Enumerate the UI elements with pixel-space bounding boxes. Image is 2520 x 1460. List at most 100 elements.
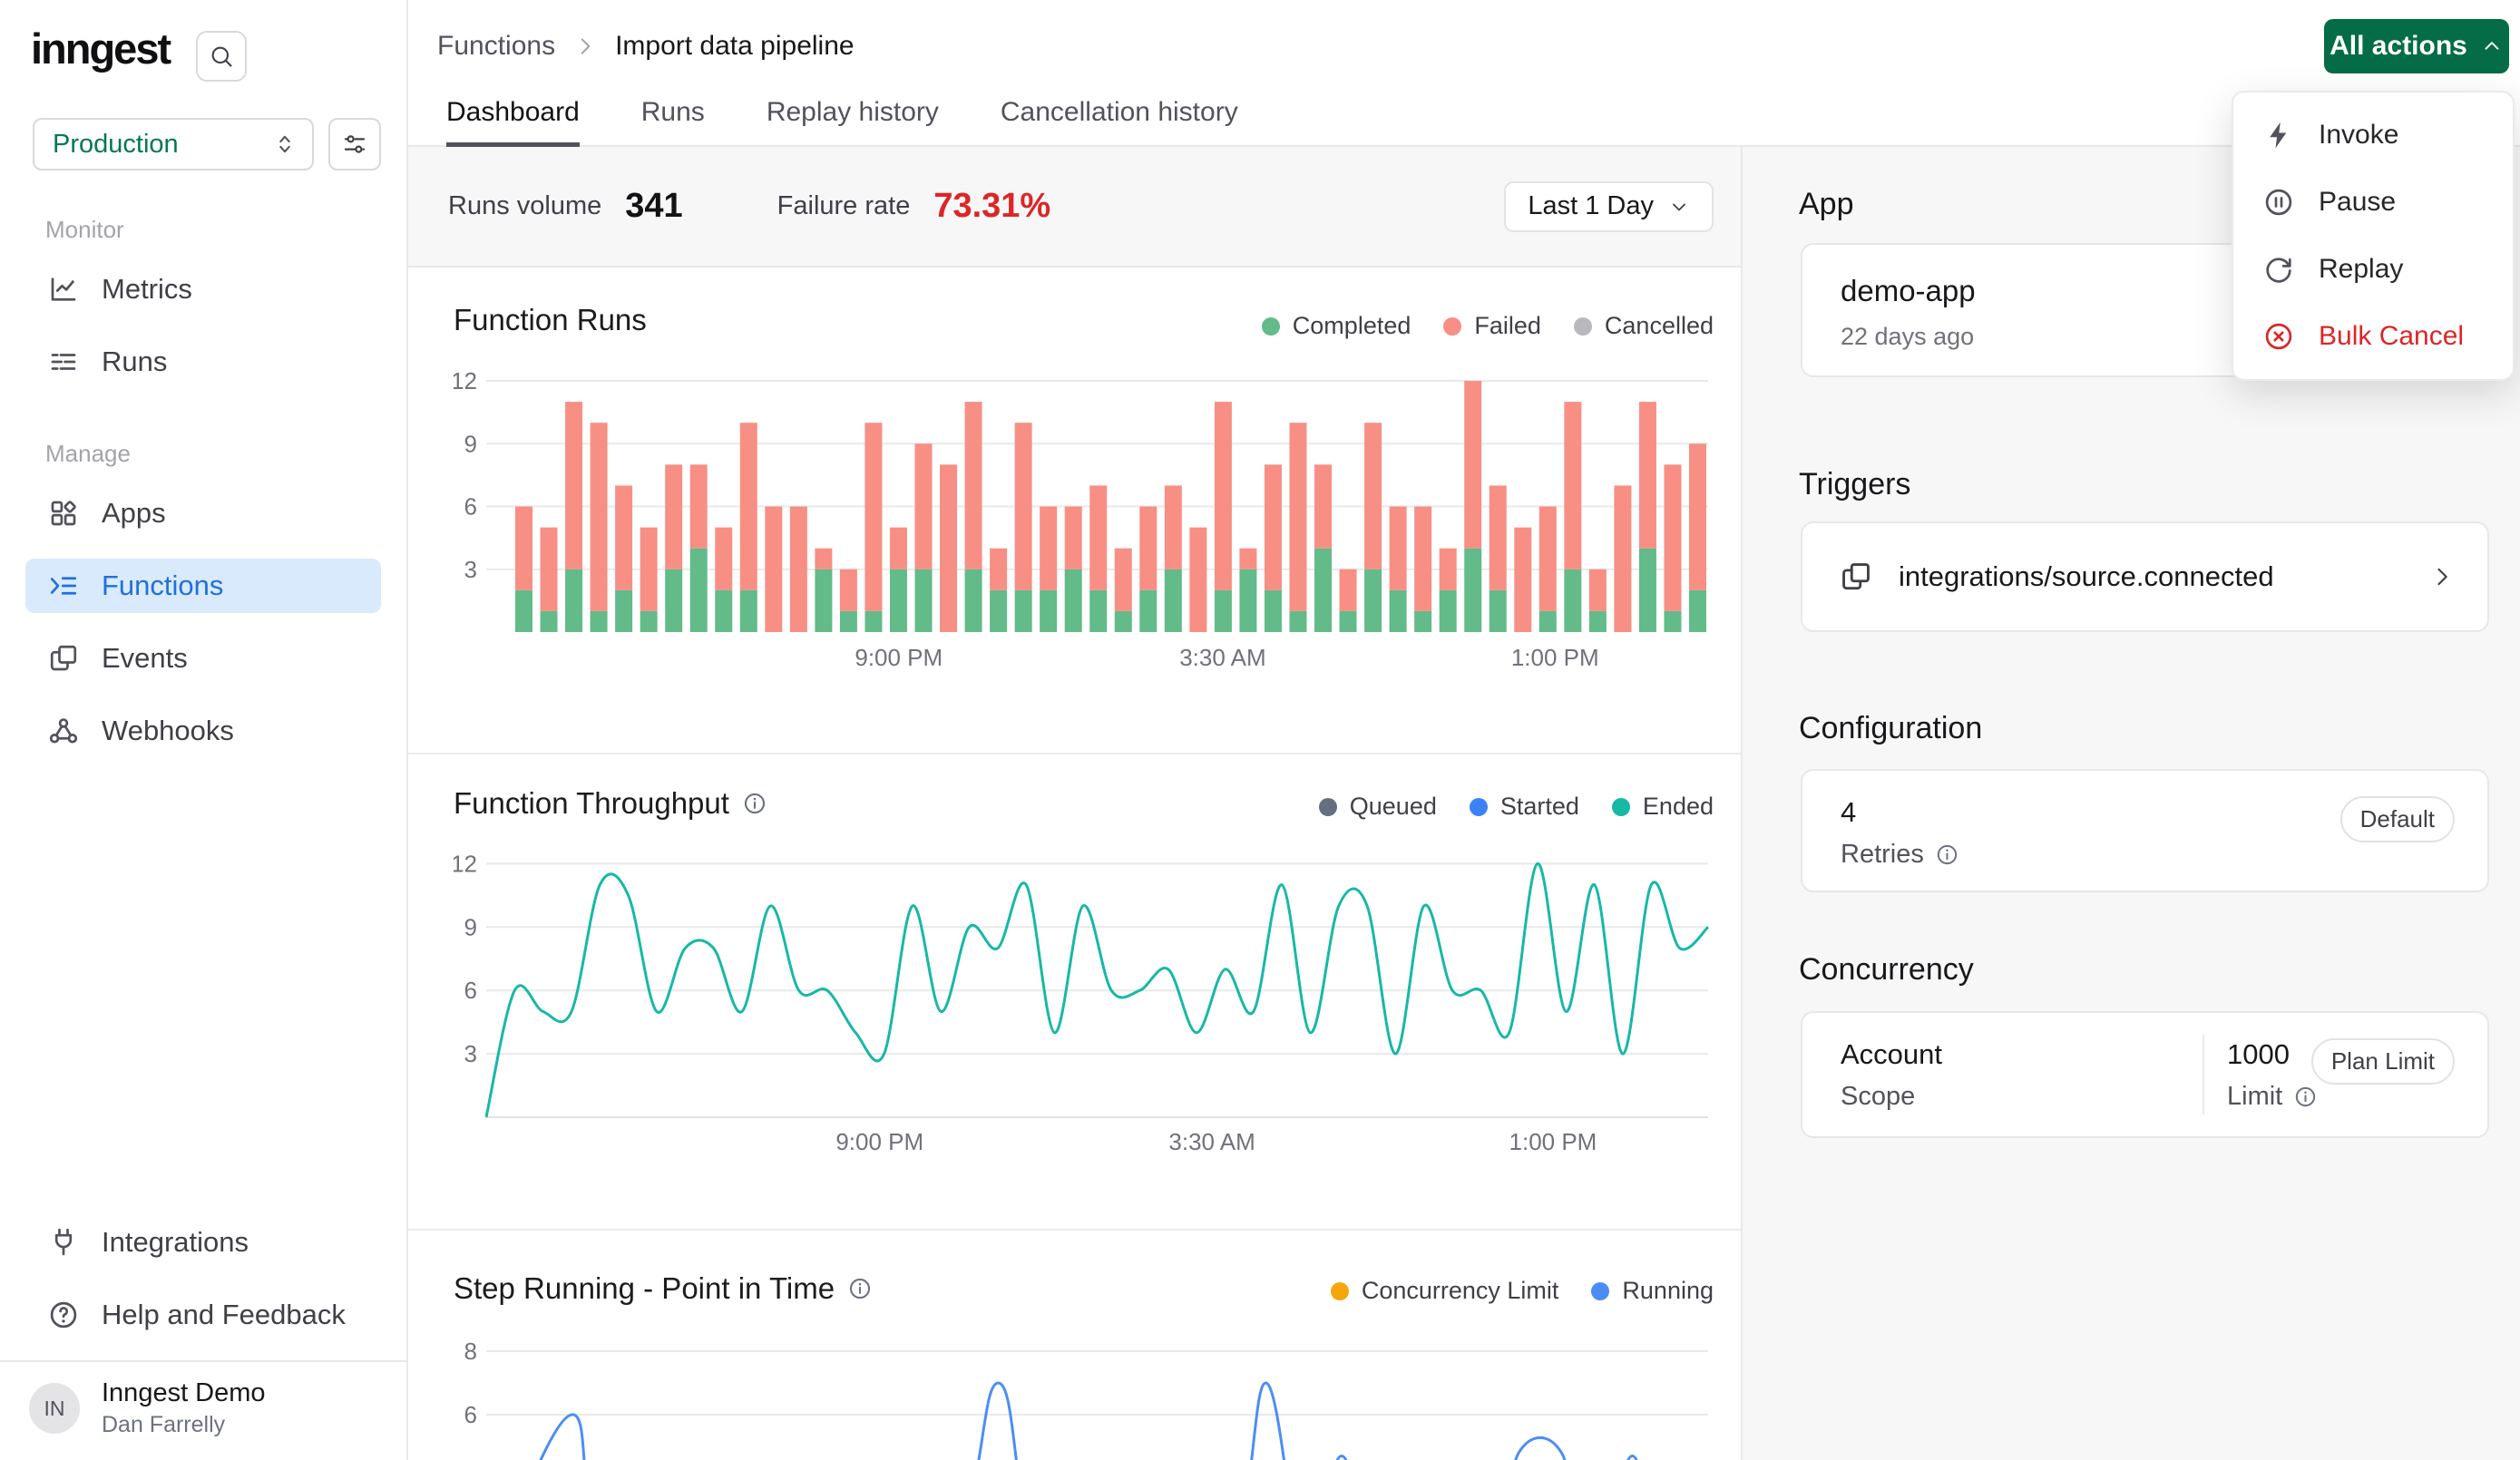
plan-limit-badge: Plan Limit xyxy=(2311,1038,2455,1085)
runs-volume-label: Runs volume xyxy=(448,191,601,221)
legend-dot xyxy=(1443,317,1461,336)
sidebar-item-label: Runs xyxy=(102,346,167,378)
sidebar-nav: Monitor Metrics Runs Manage Apps Functions Eve… xyxy=(0,216,406,776)
app-age: 22 days ago xyxy=(1841,323,1974,351)
integrations-icon xyxy=(47,1226,80,1259)
menu-item-replay[interactable]: Replay xyxy=(2233,236,2513,303)
tab-replay-history[interactable]: Replay history xyxy=(767,97,939,147)
legend-dot xyxy=(1262,317,1280,336)
function-runs-title: Function Runs xyxy=(454,303,647,337)
legend-dot xyxy=(1574,317,1592,336)
function-runs-chart: 369129:00 PM3:30 AM1:00 PM xyxy=(454,365,1714,682)
concurrency-heading: Concurrency xyxy=(1799,952,1974,988)
step-running-chart: 68 xyxy=(454,1333,1714,1460)
all-actions-menu: InvokePause Replay Bulk Cancel xyxy=(2232,91,2515,381)
sidebar-item-help-and-feedback[interactable]: Help and Feedback xyxy=(25,1288,381,1342)
legend-dot xyxy=(1591,1282,1609,1300)
failure-rate-value: 73.31% xyxy=(933,187,1050,226)
legend-label: Started xyxy=(1500,793,1579,821)
all-actions-label: All actions xyxy=(2330,31,2467,62)
dashboard-main: Runs volume 341 Failure rate 73.31% Last… xyxy=(408,147,1741,1460)
sidebar-item-apps[interactable]: Apps xyxy=(25,486,381,540)
sidebar-item-functions[interactable]: Functions xyxy=(25,559,381,613)
menu-item-bulk-cancel[interactable]: Bulk Cancel xyxy=(2233,303,2513,370)
sidebar-item-label: Events xyxy=(102,642,188,675)
legend-label: Completed xyxy=(1293,312,1411,340)
functions-icon xyxy=(47,569,80,602)
svg-text:1:00 PM: 1:00 PM xyxy=(1511,644,1599,671)
function-throughput-title: Function Throughput xyxy=(454,786,767,821)
help-icon xyxy=(47,1299,80,1331)
legend-item-concurrency-limit: Concurrency Limit xyxy=(1331,1277,1559,1305)
legend-label: Queued xyxy=(1350,793,1437,821)
sidebar-item-integrations[interactable]: Integrations xyxy=(25,1215,381,1270)
info-icon xyxy=(742,791,767,816)
sidebar-item-runs[interactable]: Runs xyxy=(25,335,381,389)
breadcrumb: Functions Import data pipeline xyxy=(437,31,855,62)
tab-runs[interactable]: Runs xyxy=(641,97,705,147)
step-running-legend: Concurrency Limit Running xyxy=(1331,1277,1714,1305)
sidebar-section-manage: Manage xyxy=(45,440,406,468)
sidebar-item-metrics[interactable]: Metrics xyxy=(25,262,381,316)
legend-label: Cancelled xyxy=(1605,312,1714,340)
card-divider xyxy=(2203,1035,2204,1114)
svg-text:3: 3 xyxy=(464,1040,477,1067)
legend-dot xyxy=(1612,798,1630,816)
svg-text:3:30 AM: 3:30 AM xyxy=(1179,644,1265,671)
retries-value: 4 xyxy=(1841,796,1856,829)
avatar: IN xyxy=(29,1383,80,1434)
sidebar-item-label: Apps xyxy=(102,497,166,530)
sidebar-item-label: Functions xyxy=(102,569,223,602)
search-icon xyxy=(209,44,234,69)
user-name: Dan Farrelly xyxy=(102,1412,266,1438)
scope-value: Account xyxy=(1841,1038,1942,1071)
sidebar-item-webhooks[interactable]: Webhooks xyxy=(25,704,381,758)
sidebar-section-monitor: Monitor xyxy=(45,216,406,244)
svg-text:9:00 PM: 9:00 PM xyxy=(835,1128,923,1155)
info-icon xyxy=(1935,842,1959,867)
menu-item-label: Replay xyxy=(2319,254,2403,285)
sidebar-item-label: Webhooks xyxy=(102,715,234,747)
menu-item-invoke[interactable]: Invoke xyxy=(2233,102,2513,169)
function-throughput-chart: 369129:00 PM3:30 AM1:00 PM xyxy=(454,845,1714,1181)
legend-label: Running xyxy=(1622,1277,1714,1305)
pause-icon xyxy=(2262,186,2295,219)
time-range-select[interactable]: Last 1 Day xyxy=(1504,181,1714,232)
limit-value: 1000 xyxy=(2227,1038,2290,1071)
chevron-up-icon xyxy=(2480,34,2504,58)
sidebar-footer: Integrations Help and Feedback IN Inngest… xyxy=(0,1215,406,1460)
legend-dot xyxy=(1331,1282,1349,1300)
menu-item-pause[interactable]: Pause xyxy=(2233,169,2513,236)
inngest-logo: inngest xyxy=(31,24,170,73)
stats-row: Runs volume 341 Failure rate 73.31% Last… xyxy=(408,147,1741,268)
breadcrumb-functions[interactable]: Functions xyxy=(437,31,555,62)
legend-label: Failed xyxy=(1474,312,1541,340)
failure-rate-label: Failure rate xyxy=(777,191,911,221)
step-running-title: Step Running - Point in Time xyxy=(454,1271,873,1306)
env-filter-button[interactable] xyxy=(328,118,381,170)
function-runs-legend: Completed Failed Cancelled xyxy=(1262,312,1714,340)
chevron-updown-icon xyxy=(272,131,298,157)
tab-dashboard[interactable]: Dashboard xyxy=(446,97,580,147)
environment-select[interactable]: Production xyxy=(33,118,314,170)
legend-dot xyxy=(1319,798,1337,816)
metrics-icon xyxy=(47,273,80,306)
sidebar-item-label: Integrations xyxy=(102,1226,249,1259)
svg-text:6: 6 xyxy=(464,977,477,1004)
all-actions-button[interactable]: All actions xyxy=(2324,19,2509,73)
user-menu[interactable]: IN Inngest Demo Dan Farrelly xyxy=(0,1362,406,1455)
svg-text:9: 9 xyxy=(464,430,477,457)
event-copy-icon xyxy=(1839,560,1873,594)
chevron-down-icon xyxy=(1668,196,1690,218)
cancel-icon xyxy=(2262,320,2295,353)
menu-item-label: Bulk Cancel xyxy=(2319,321,2464,352)
svg-text:1:00 PM: 1:00 PM xyxy=(1509,1128,1597,1155)
legend-item-started: Started xyxy=(1470,793,1579,821)
info-icon xyxy=(2293,1085,2318,1109)
search-button[interactable] xyxy=(196,31,247,82)
retries-label: Retries xyxy=(1841,840,1959,870)
sidebar-item-events[interactable]: Events xyxy=(25,631,381,686)
tab-cancellation-history[interactable]: Cancellation history xyxy=(1001,97,1238,147)
configuration-heading: Configuration xyxy=(1799,711,1982,746)
trigger-card[interactable]: integrations/source.connected xyxy=(1801,521,2489,632)
